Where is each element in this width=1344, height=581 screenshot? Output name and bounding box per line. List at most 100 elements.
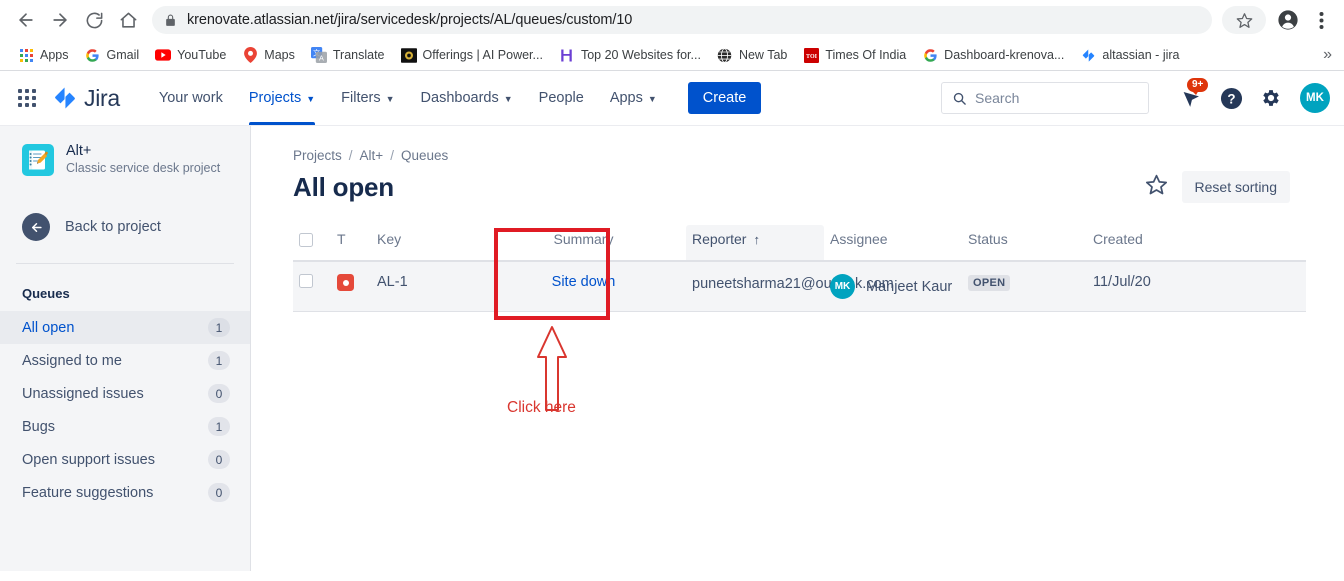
table-row[interactable]: AL-1 Site down puneetsharma21@outlook.co… [293, 261, 1306, 312]
row-key-cell[interactable]: AL-1 [371, 261, 481, 312]
sidebar-item-open-support-issues[interactable]: Open support issues 0 [0, 443, 250, 476]
sidebar-item-unassigned-issues[interactable]: Unassigned issues 0 [0, 377, 250, 410]
row-reporter-cell: puneetsharma21@outlook.com [686, 261, 894, 312]
column-header-assignee[interactable]: Assignee [824, 225, 962, 262]
notepad-pencil-icon [22, 143, 54, 176]
jira-icon [1080, 47, 1096, 63]
breadcrumb-projects[interactable]: Projects [293, 148, 342, 163]
reload-icon[interactable] [78, 4, 110, 36]
address-bar[interactable]: krenovate.atlassian.net/jira/servicedesk… [152, 6, 1212, 34]
column-header-checkbox[interactable] [293, 225, 331, 262]
notifications-button[interactable]: 9+ [1174, 78, 1209, 115]
chevron-down-icon: ▼ [503, 93, 513, 104]
sort-ascending-icon: ↑ [753, 231, 760, 247]
settings-button[interactable] [1254, 81, 1288, 115]
app-switcher-icon[interactable] [18, 89, 36, 107]
queue-label: Assigned to me [22, 352, 122, 369]
youtube-icon [155, 47, 172, 63]
issues-table-head: T Key Summary Reporter ↑ Assignee Status… [293, 225, 1306, 262]
url-text: krenovate.atlassian.net/jira/servicedesk… [187, 12, 633, 28]
bookmark-apps[interactable]: Apps [10, 44, 77, 66]
bookmarks-bar: Apps Gmail YouTube Maps 文A Translate [0, 40, 1344, 70]
bookmark-youtube[interactable]: YouTube [147, 44, 234, 66]
column-header-key[interactable]: Key [371, 225, 481, 262]
reset-sorting-button[interactable]: Reset sorting [1181, 171, 1290, 203]
nav-item-label: Projects [248, 90, 302, 106]
queue-count: 1 [208, 318, 230, 337]
queue-label: Feature suggestions [22, 484, 154, 501]
breadcrumb-queues[interactable]: Queues [401, 148, 448, 163]
globe-icon [717, 47, 733, 63]
sidebar-item-assigned-to-me[interactable]: Assigned to me 1 [0, 344, 250, 377]
bookmark-gmail[interactable]: Gmail [77, 44, 148, 66]
column-header-status[interactable]: Status [962, 225, 1087, 262]
page-body: Alt+ Classic service desk project Back t… [0, 126, 1344, 571]
nav-item-projects[interactable]: Projects ▼ [236, 71, 328, 125]
sidebar-item-all-open[interactable]: All open 1 [0, 311, 250, 344]
avatar[interactable]: MK [1300, 83, 1330, 113]
nav-item-dashboards[interactable]: Dashboards ▼ [408, 71, 526, 125]
back-to-project-button[interactable]: Back to project [0, 213, 250, 241]
bookmark-new-tab[interactable]: New Tab [709, 44, 795, 66]
bookmark-dashboard-krenovate[interactable]: Dashboard-krenova... [914, 44, 1072, 66]
row-status-cell: OPEN [962, 261, 1087, 312]
row-created-cell: 11/Jul/20 [1087, 261, 1306, 312]
queue-count: 0 [208, 483, 230, 502]
bookmark-label: altassian - jira [1102, 48, 1180, 62]
nav-item-your-work[interactable]: Your work [146, 71, 236, 125]
nav-item-filters[interactable]: Filters ▼ [328, 71, 407, 125]
maps-pin-icon [242, 47, 258, 63]
bookmark-times-of-india[interactable]: TOI Times Of India [795, 44, 914, 66]
bookmark-translate[interactable]: 文A Translate [303, 44, 393, 66]
row-checkbox-cell[interactable] [293, 261, 331, 312]
column-header-created[interactable]: Created [1087, 225, 1306, 262]
apps-grid-icon [18, 47, 34, 63]
star-icon[interactable] [1222, 6, 1266, 34]
sidebar-item-feature-suggestions[interactable]: Feature suggestions 0 [0, 476, 250, 509]
create-button[interactable]: Create [687, 82, 762, 114]
project-name: Alt+ [66, 143, 92, 159]
page-title: All open [293, 171, 394, 202]
bookmark-label: Top 20 Websites for... [580, 48, 701, 62]
chevron-down-icon: ▼ [647, 93, 657, 104]
back-icon[interactable] [10, 4, 42, 36]
home-icon[interactable] [112, 4, 144, 36]
row-checkbox[interactable] [299, 274, 313, 288]
select-all-checkbox[interactable] [299, 233, 313, 247]
nav-item-apps[interactable]: Apps ▼ [597, 71, 670, 125]
bookmark-atlassian-jira[interactable]: altassian - jira [1072, 44, 1187, 66]
project-type: Classic service desk project [66, 161, 221, 176]
bookmark-maps[interactable]: Maps [234, 44, 303, 66]
three-dot-menu-icon[interactable] [1310, 4, 1332, 36]
column-header-type[interactable]: T [331, 225, 371, 262]
search-input[interactable]: Search [941, 82, 1149, 114]
jira-logo[interactable]: Jira [52, 85, 120, 112]
bookmark-top20[interactable]: Top 20 Websites for... [551, 44, 709, 66]
nav-item-people[interactable]: People [526, 71, 597, 125]
svg-text:TOI: TOI [806, 54, 818, 60]
chevron-down-icon: ▼ [306, 93, 316, 104]
bookmark-label: Times Of India [825, 48, 907, 62]
bookmarks-overflow-icon[interactable]: » [1323, 46, 1332, 64]
project-header[interactable]: Alt+ Classic service desk project [0, 142, 250, 177]
breadcrumb-project[interactable]: Alt+ [360, 148, 384, 163]
title-actions: Reset sorting [1145, 171, 1290, 203]
forward-icon[interactable] [44, 4, 76, 36]
jira-wordmark: Jira [84, 84, 120, 111]
star-outline-icon[interactable] [1145, 173, 1168, 201]
lock-icon [164, 14, 177, 27]
queues-section-title: Queues [22, 286, 70, 301]
column-label: Key [377, 231, 402, 247]
column-header-summary[interactable]: Summary [481, 225, 686, 262]
bookmark-label: Gmail [106, 48, 140, 62]
help-button[interactable]: ? [1214, 81, 1248, 115]
profile-icon[interactable] [1272, 4, 1304, 36]
incident-red-icon [337, 274, 354, 291]
column-label: Assignee [830, 231, 888, 247]
issues-table-wrap: T Key Summary Reporter ↑ Assignee Status… [293, 225, 1306, 312]
summary-link[interactable]: Site down [552, 274, 616, 290]
bookmark-offerings[interactable]: Offerings | AI Power... [393, 44, 551, 66]
bookmark-label: Offerings | AI Power... [422, 48, 543, 62]
column-header-reporter[interactable]: Reporter ↑ [686, 225, 824, 262]
sidebar-item-bugs[interactable]: Bugs 1 [0, 410, 250, 443]
